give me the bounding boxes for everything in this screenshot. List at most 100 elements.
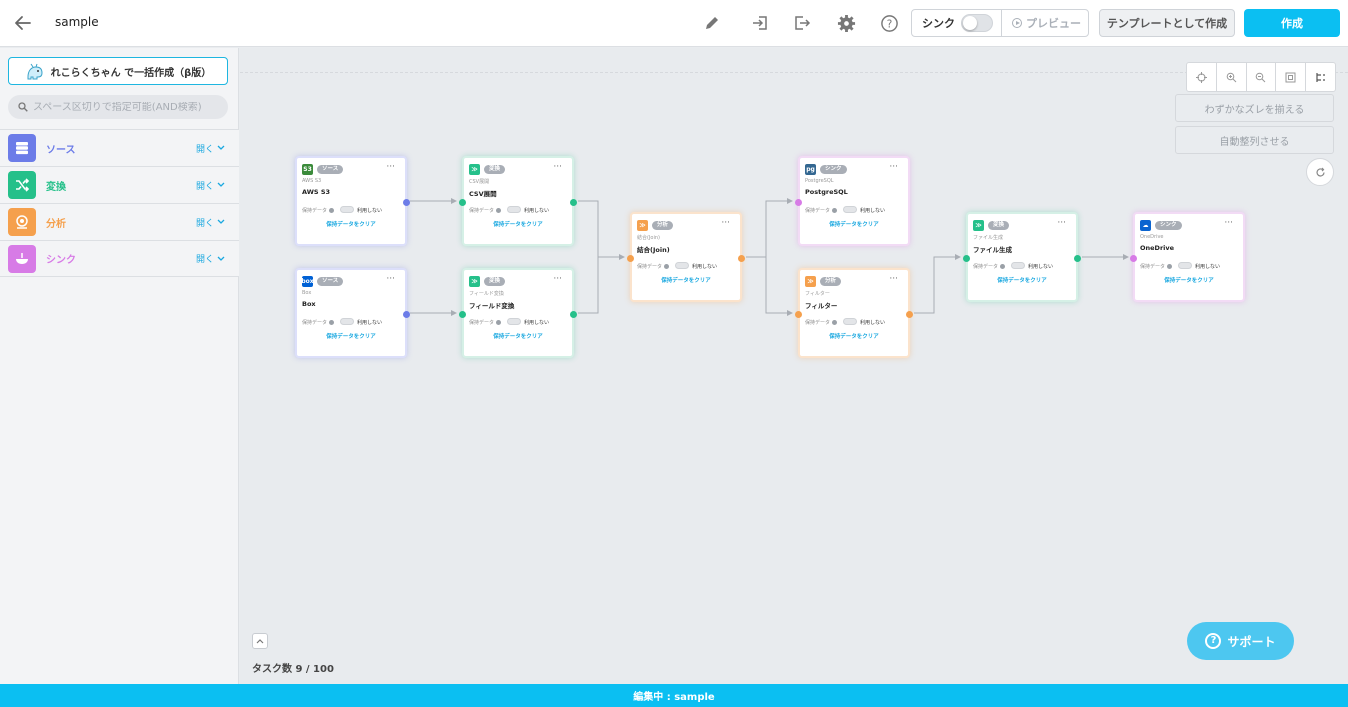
collapse-panel-button[interactable] — [252, 633, 268, 649]
preview-button[interactable]: プレビュー — [1012, 15, 1081, 31]
category-open-toggle[interactable]: 開く — [196, 142, 225, 155]
bulk-create-button[interactable]: れこらくちゃん で一括作成（β版） — [8, 57, 228, 85]
hold-data-toggle[interactable] — [340, 318, 354, 325]
hold-data-label: 保持データ — [469, 319, 502, 326]
task-kind-badge: 分析 — [820, 277, 842, 286]
task-node-filegen[interactable]: ≫ 変換 ··· ファイル生成 ファイル生成 保持データ 利用しない 保持データ… — [963, 212, 1081, 302]
task-title: 結合(Join) — [637, 246, 670, 254]
clear-hold-data-link[interactable]: 保持データをクリア — [1135, 276, 1243, 284]
pencil-icon[interactable] — [701, 12, 723, 34]
unused-label: 利用しない — [357, 320, 383, 326]
output-port[interactable] — [906, 311, 913, 318]
preview-label: プレビュー — [1026, 17, 1081, 30]
more-options-icon[interactable]: ··· — [386, 274, 395, 284]
task-node-postgres[interactable]: pg シンク ··· PostgreSQL PostgreSQL 保持データ 利… — [795, 156, 910, 246]
input-port[interactable] — [459, 311, 466, 318]
clear-hold-data-link[interactable]: 保持データをクリア — [800, 220, 908, 228]
output-port[interactable] — [403, 199, 410, 206]
export-icon[interactable] — [791, 12, 813, 34]
hold-data-toggle[interactable] — [1178, 262, 1192, 269]
support-button[interactable]: ? サポート — [1187, 622, 1294, 660]
import-icon[interactable] — [749, 12, 771, 34]
more-options-icon[interactable]: ··· — [1057, 218, 1066, 228]
category-open-toggle[interactable]: 開く — [196, 216, 225, 229]
task-title: Box — [302, 300, 316, 308]
input-port[interactable] — [963, 255, 970, 262]
hold-data-label: 保持データ — [1140, 263, 1173, 270]
clear-hold-data-link[interactable]: 保持データをクリア — [297, 220, 405, 228]
more-options-icon[interactable]: ··· — [386, 162, 395, 172]
task-node-join[interactable]: ≫ 分析 ··· 結合(Join) 結合(Join) 保持データ 利用しない 保… — [627, 212, 745, 302]
gear-icon[interactable] — [835, 12, 857, 34]
clear-hold-data-link[interactable]: 保持データをクリア — [464, 220, 572, 228]
task-search — [8, 95, 228, 119]
output-port[interactable] — [403, 311, 410, 318]
category-source[interactable]: ソース 開く — [0, 129, 239, 166]
flow-canvas[interactable]: わずかなズレを揃える 自動整列させる S3 ソース ··· AWS S3 AWS… — [240, 48, 1348, 684]
task-node-field[interactable]: ≫ 変換 ··· フィールド変換 フィールド変換 保持データ 利用しない 保持デ… — [459, 268, 577, 358]
clear-hold-data-link[interactable]: 保持データをクリア — [297, 332, 405, 340]
clear-hold-data-link[interactable]: 保持データをクリア — [968, 276, 1076, 284]
more-options-icon[interactable]: ··· — [889, 162, 898, 172]
task-node-box[interactable]: box ソース ··· Box Box 保持データ 利用しない 保持データをクリ… — [295, 268, 410, 358]
task-kind-badge: ソース — [317, 277, 344, 286]
clear-hold-data-link[interactable]: 保持データをクリア — [632, 276, 740, 284]
clear-hold-data-link[interactable]: 保持データをクリア — [464, 332, 572, 340]
hold-data-toggle[interactable] — [507, 318, 521, 325]
more-options-icon[interactable]: ··· — [1224, 218, 1233, 228]
task-type-label: OneDrive — [1140, 234, 1164, 240]
task-node-onedrive[interactable]: ☁ シンク ··· OneDrive OneDrive 保持データ 利用しない … — [1130, 212, 1245, 302]
category-label: ソース — [46, 144, 76, 156]
more-options-icon[interactable]: ··· — [553, 274, 562, 284]
search-input[interactable] — [33, 101, 213, 113]
task-title: フィールド変換 — [469, 302, 515, 310]
output-port[interactable] — [738, 255, 745, 262]
input-port[interactable] — [1130, 255, 1137, 262]
task-node-filter[interactable]: ≫ 分析 ··· フィルター フィルター 保持データ 利用しない 保持データをク… — [795, 268, 913, 358]
mascot-icon — [27, 63, 43, 80]
task-type-label: フィールド変換 — [469, 291, 504, 297]
output-port[interactable] — [570, 311, 577, 318]
output-port[interactable] — [1074, 255, 1081, 262]
input-port[interactable] — [795, 199, 802, 206]
category-transform[interactable]: 変換 開く — [0, 166, 239, 203]
hold-data-toggle[interactable] — [507, 206, 521, 213]
category-open-toggle[interactable]: 開く — [196, 179, 225, 192]
hold-data-toggle[interactable] — [1011, 262, 1025, 269]
info-icon — [1167, 264, 1173, 269]
hold-data-toggle[interactable] — [675, 262, 689, 269]
output-port[interactable] — [570, 199, 577, 206]
create-template-button[interactable]: テンプレートとして作成 — [1099, 9, 1235, 37]
task-title: CSV展開 — [469, 190, 497, 198]
task-type-icon: ≫ — [973, 220, 984, 231]
chevron-down-icon — [217, 256, 225, 261]
task-kind-badge: 変換 — [484, 165, 506, 174]
task-kind-badge: ソース — [317, 165, 344, 174]
shuffle-icon — [8, 171, 36, 199]
help-icon[interactable]: ? — [878, 12, 900, 34]
task-node-awss3[interactable]: S3 ソース ··· AWS S3 AWS S3 保持データ 利用しない 保持デ… — [295, 156, 410, 246]
info-icon — [329, 320, 335, 325]
category-open-toggle[interactable]: 開く — [196, 252, 225, 265]
create-button[interactable]: 作成 — [1244, 9, 1340, 37]
more-options-icon[interactable]: ··· — [889, 274, 898, 284]
input-port[interactable] — [627, 255, 634, 262]
hold-data-toggle[interactable] — [843, 206, 857, 213]
hold-data-label: 保持データ — [469, 207, 502, 214]
sync-toggle[interactable] — [961, 14, 993, 32]
task-title: AWS S3 — [302, 188, 331, 196]
clear-hold-data-link[interactable]: 保持データをクリア — [800, 332, 908, 340]
task-sidebar: れこらくちゃん で一括作成（β版） ソース 開く 変換 開く 分析 開く シンク… — [0, 48, 239, 684]
more-options-icon[interactable]: ··· — [553, 162, 562, 172]
input-port[interactable] — [795, 311, 802, 318]
more-options-icon[interactable]: ··· — [721, 218, 730, 228]
input-port[interactable] — [459, 199, 466, 206]
category-analysis[interactable]: 分析 開く — [0, 203, 239, 240]
hold-data-toggle[interactable] — [843, 318, 857, 325]
chevron-up-icon — [256, 639, 264, 644]
hold-data-toggle[interactable] — [340, 206, 354, 213]
task-node-csv[interactable]: ≫ 変換 ··· CSV展開 CSV展開 保持データ 利用しない 保持データをク… — [459, 156, 577, 246]
category-sink[interactable]: シンク 開く — [0, 240, 239, 277]
back-arrow-icon[interactable] — [12, 12, 34, 34]
unused-label: 利用しない — [860, 320, 886, 326]
